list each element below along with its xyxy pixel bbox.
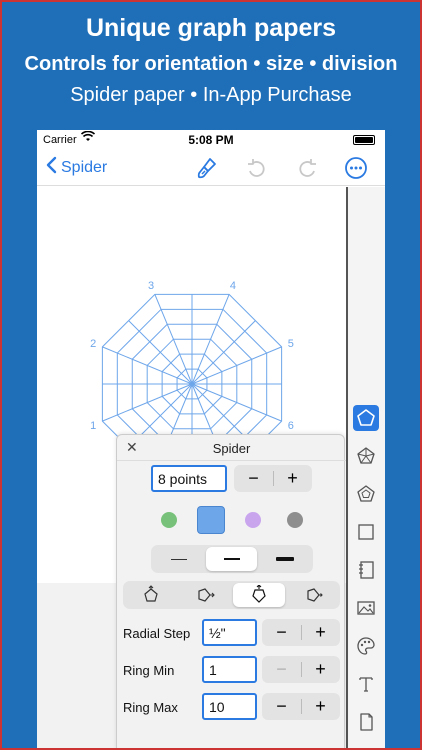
ring-max-field[interactable]: 10 (202, 693, 257, 720)
radial-step-label: Radial Step (123, 626, 191, 641)
points-plus-button[interactable]: + (273, 468, 312, 489)
ring-max-minus-button[interactable]: − (262, 696, 301, 717)
notebook-icon[interactable] (353, 557, 379, 583)
ring-max-plus-button[interactable]: + (301, 696, 340, 717)
pentagon-icon[interactable] (353, 405, 379, 431)
line-weight-medium[interactable] (206, 547, 257, 571)
radial-step-field[interactable]: ½" (202, 619, 257, 646)
points-stepper[interactable]: − + (234, 465, 312, 492)
panel-title: Spider (212, 441, 251, 456)
ring-min-minus-button[interactable]: − (262, 659, 301, 680)
undo-icon[interactable] (244, 155, 270, 181)
status-time: 5:08 PM (188, 133, 234, 147)
polar-pentagon-icon[interactable] (353, 443, 379, 469)
tool-sidebar (348, 187, 385, 750)
orientation-point-right-icon[interactable] (179, 583, 231, 607)
ring-min-field[interactable]: 1 (202, 656, 257, 683)
ring-max-stepper[interactable]: − + (262, 693, 340, 720)
ring-max-label: Ring Max (123, 700, 178, 715)
color-swatch-blue[interactable] (197, 506, 225, 534)
spider-settings-panel: ✕ Spider 8 points − + Radial Step ½" − +… (116, 434, 346, 750)
spider-label-2: 2 (90, 338, 96, 350)
orientation-flat-up-icon[interactable] (233, 583, 285, 607)
color-swatch-green[interactable] (161, 512, 177, 528)
document-icon[interactable] (353, 709, 379, 735)
text-icon[interactable] (353, 671, 379, 697)
brush-icon[interactable] (194, 155, 220, 181)
radial-step-stepper[interactable]: − + (262, 619, 340, 646)
line-weight-thick[interactable] (259, 547, 311, 571)
spider-spoke-8 (191, 320, 256, 385)
redo-icon[interactable] (294, 155, 320, 181)
spider-label-5: 5 (288, 338, 294, 350)
orientation-flat-right-icon[interactable] (287, 583, 338, 607)
panel-header: ✕ Spider (117, 435, 346, 461)
spider-label-1: 1 (90, 420, 96, 432)
radial-step-minus-button[interactable]: − (262, 622, 301, 643)
image-icon[interactable] (353, 595, 379, 621)
battery-icon (353, 135, 375, 145)
ring-min-plus-button[interactable]: + (301, 659, 340, 680)
square-icon[interactable] (353, 519, 379, 545)
spider-spoke-4 (128, 320, 193, 385)
color-swatch-gray[interactable] (287, 512, 303, 528)
line-weight-segmented (151, 545, 313, 573)
line-weight-thin[interactable] (153, 547, 205, 571)
ring-min-label: Ring Min (123, 663, 175, 678)
points-minus-button[interactable]: − (234, 468, 273, 489)
device-screen: Carrier 5:08 PM Spider 12345678 (37, 130, 385, 750)
points-field[interactable]: 8 points (151, 465, 227, 492)
color-swatch-purple[interactable] (245, 512, 261, 528)
back-label: Spider (61, 158, 108, 176)
status-bar: Carrier 5:08 PM (37, 130, 385, 150)
promo-tagline: Spider paper • In-App Purchase (70, 84, 352, 106)
ring-min-stepper[interactable]: − + (262, 656, 340, 683)
pentagon-grid-icon[interactable] (353, 481, 379, 507)
promo-subheadline: Controls for orientation • size • divisi… (24, 53, 398, 75)
spider-label-4: 4 (230, 280, 236, 292)
orientation-segmented (123, 581, 340, 609)
spider-label-3: 3 (148, 280, 154, 292)
radial-step-plus-button[interactable]: + (301, 622, 340, 643)
promo-headline: Unique graph papers (85, 14, 337, 42)
chevron-left-icon (45, 156, 57, 179)
palette-icon[interactable] (353, 633, 379, 659)
spider-label-6: 6 (288, 420, 294, 432)
back-button[interactable]: Spider (45, 156, 107, 179)
more-icon[interactable] (343, 155, 369, 181)
orientation-point-up-icon[interactable] (125, 583, 177, 607)
navigation-bar: Spider (37, 150, 385, 186)
